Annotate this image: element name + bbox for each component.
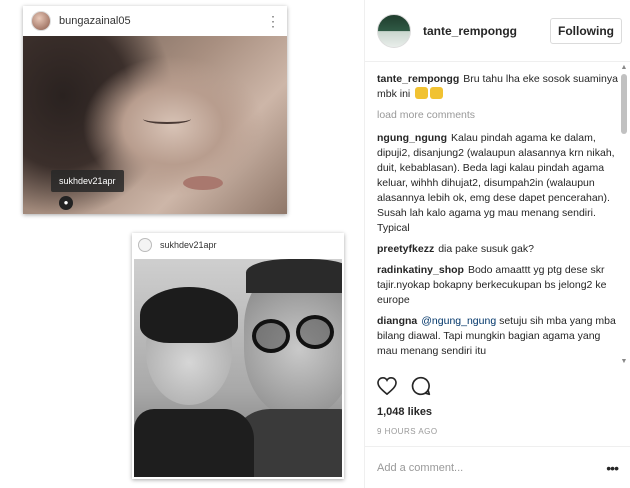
photo-detail-eye [143,114,191,124]
list-item: ngung_ngung Kalau pindah agama ke dalam, … [377,131,618,236]
photo-glasses-left [252,319,290,353]
comment-username[interactable]: diangna [377,315,417,327]
comment-mention[interactable]: @ngung_ngung [421,315,496,327]
scroll-up-icon[interactable]: ▲ [620,64,628,72]
post-timestamp: 9 HOURS AGO [377,427,438,436]
caption-username[interactable]: tante_rempongg [377,73,459,85]
father-son-photo [134,259,342,477]
more-options-icon[interactable]: ••• [606,460,619,476]
embedded-post-1-username: bungazainal05 [59,15,131,27]
scroll-down-icon[interactable]: ▼ [620,358,628,366]
photo-man-hair [246,259,342,293]
post-actions [377,376,431,400]
post-header: tante_rempongg Following [365,0,630,62]
photo-child-body [134,409,254,477]
post-detail-panel: tante_rempongg Following tante_rempongg B… [365,0,630,488]
caption: tante_rempongg Bru tahu lha eke sosok sua… [377,72,618,102]
emoji-icon [430,87,444,99]
comment-username[interactable]: ngung_ngung [377,132,447,144]
user-tag-icon: ● [59,196,73,210]
photo-glasses-right [296,315,334,349]
comments-list[interactable]: tante_rempongg Bru tahu lha eke sosok sua… [365,62,630,368]
scroll-thumb[interactable] [621,74,627,134]
add-comment-bar: Add a comment... ••• [365,446,630,488]
photo-user-tag: sukhdev21apr [51,170,124,192]
comment-text: Kalau pindah agama ke dalam, dipuji2, di… [377,132,615,234]
emoji-icon [415,87,429,99]
photo-child-hair [140,287,238,343]
add-comment-input[interactable]: Add a comment... [377,462,463,474]
comment-icon[interactable] [411,376,431,401]
embedded-post-2-header: sukhdev21apr [132,233,344,257]
embedded-post-1: bungazainal05 ⋮ sukhdev21apr ● [23,6,287,214]
embedded-post-1-header: bungazainal05 ⋮ [23,6,287,36]
comment-username[interactable]: preetyfkezz [377,243,434,255]
embedded-post-2: sukhdev21apr [132,233,344,479]
list-item: preetyfkezz dia pake susuk gak? [377,242,618,257]
media-area: bungazainal05 ⋮ sukhdev21apr ● sukhdev21… [0,0,365,488]
photo-detail-lips [183,176,223,190]
avatar[interactable] [377,13,411,48]
likes-count[interactable]: 1,048 likes [377,406,432,418]
comments-scrollbar[interactable]: ▲ ▼ [620,64,628,366]
post-author-username[interactable]: tante_rempongg [423,24,517,38]
load-more-comments-link[interactable]: load more comments [377,108,618,123]
heart-icon[interactable] [377,376,397,400]
following-button[interactable]: Following [550,17,622,44]
comment-text: dia pake susuk gak? [438,243,534,255]
embedded-post-2-username: sukhdev21apr [160,240,217,250]
avatar [31,11,51,31]
list-item: diangna @ngung_ngung setuju sih mba yang … [377,314,618,359]
comment-username[interactable]: radinkatiny_shop [377,264,464,276]
list-item: radinkatiny_shop Bodo amaattt yg ptg dese… [377,263,618,308]
avatar [138,238,152,252]
more-options-icon: ⋮ [266,13,280,29]
